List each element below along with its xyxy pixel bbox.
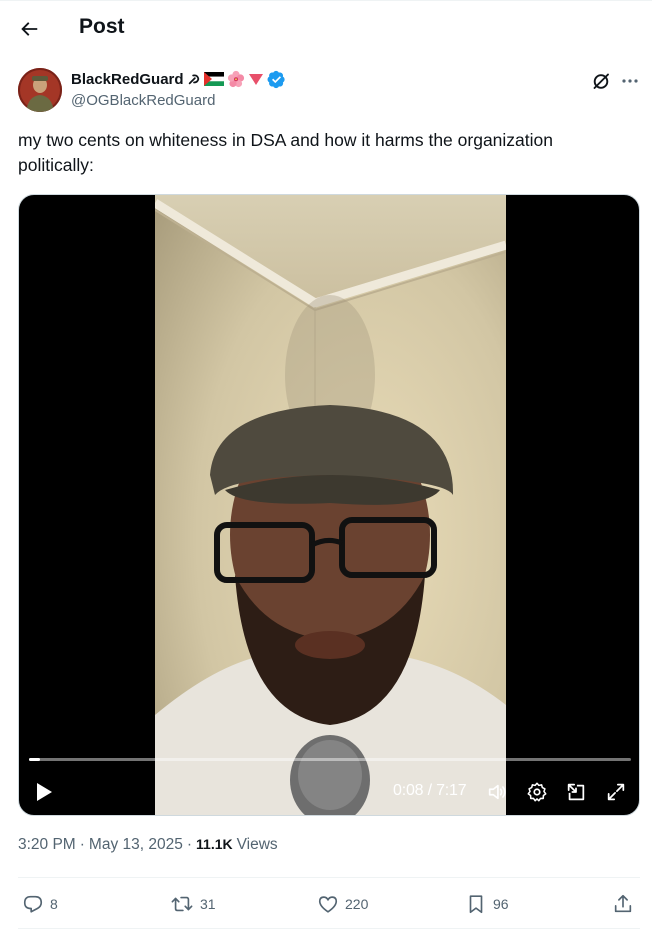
reply-count: 8: [50, 896, 58, 912]
reply-icon: [23, 895, 43, 913]
divider: [18, 877, 640, 878]
header: Post: [0, 0, 652, 58]
divider: [18, 928, 640, 929]
heart-icon: [318, 896, 338, 913]
author-name-row[interactable]: BlackRedGuard: [71, 69, 286, 89]
verified-badge-icon[interactable]: [267, 70, 286, 89]
share-button[interactable]: [612, 890, 634, 918]
avatar[interactable]: [18, 68, 62, 112]
fullscreen-icon: [607, 783, 625, 801]
meta-separator: ·: [186, 836, 193, 853]
play-icon: [37, 783, 52, 801]
like-count: 220: [345, 896, 369, 912]
more-dots-icon: [622, 79, 638, 83]
video-frame: [155, 195, 506, 815]
video-progress-bar[interactable]: [29, 758, 631, 761]
grok-button[interactable]: [588, 68, 614, 94]
bookmark-button[interactable]: 96: [465, 890, 509, 918]
reply-button[interactable]: 8: [22, 890, 58, 918]
fullscreen-button[interactable]: [603, 779, 629, 805]
hammer-sickle-icon: [187, 72, 201, 86]
page-title: Post: [79, 15, 125, 38]
bookmark-icon: [469, 895, 483, 914]
pip-icon: [567, 783, 585, 801]
views-count: 11.1K: [196, 836, 233, 852]
bookmark-count: 96: [493, 896, 509, 912]
retweet-count: 31: [200, 896, 216, 912]
picture-in-picture-button[interactable]: [563, 779, 589, 805]
meta-separator: ·: [79, 836, 85, 853]
tweet-date[interactable]: May 13, 2025: [89, 836, 183, 854]
video-timecode: 0:08 / 7:17: [393, 782, 467, 799]
share-icon: [614, 894, 632, 913]
avatar-image: [18, 68, 62, 112]
video-thumbnail: [155, 195, 506, 815]
arrow-left-icon: [21, 22, 38, 36]
hibiscus-icon: [227, 70, 245, 88]
volume-button[interactable]: [484, 779, 510, 805]
gear-icon: [527, 782, 547, 802]
volume-icon: [488, 784, 506, 800]
red-triangle-icon: [248, 72, 264, 86]
settings-button[interactable]: [524, 779, 550, 805]
grok-icon: [593, 73, 609, 89]
tweet-text: my two cents on whiteness in DSA and how…: [18, 130, 553, 175]
tweet-time[interactable]: 3:20 PM: [18, 836, 76, 854]
video-player[interactable]: 0:08 / 7:17: [18, 194, 640, 816]
author-handle[interactable]: @OGBlackRedGuard: [71, 92, 215, 109]
like-button[interactable]: 220: [317, 890, 368, 918]
tweet-meta: 3:20 PM · May 13, 2025 · 11.1K Views: [18, 836, 278, 854]
palestine-flag-icon: [203, 72, 224, 86]
back-button[interactable]: [12, 12, 46, 46]
retweet-icon: [171, 896, 193, 912]
views-label: Views: [236, 836, 278, 853]
more-options-button[interactable]: [617, 68, 643, 94]
author-name[interactable]: BlackRedGuard: [71, 71, 184, 88]
video-progress-fill: [29, 758, 40, 761]
play-button[interactable]: [29, 777, 59, 807]
retweet-button[interactable]: 31: [170, 890, 216, 918]
